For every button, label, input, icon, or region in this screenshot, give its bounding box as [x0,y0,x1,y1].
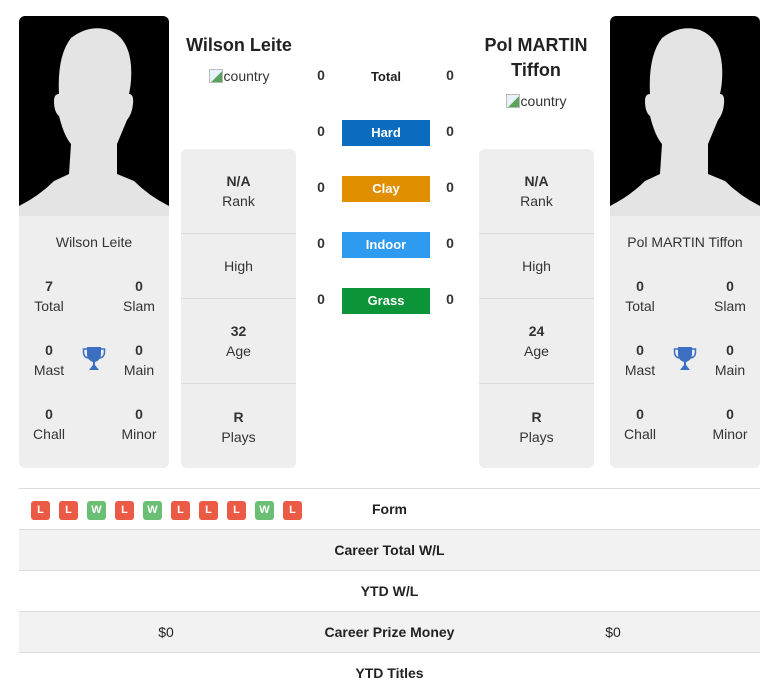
player1-photo [19,16,169,216]
player2-rank: N/A Rank [479,149,594,234]
player1-rank: N/A Rank [181,149,296,234]
surface-hard-p1: 0 [317,123,325,139]
player1-country-flag: country [169,68,309,84]
player1-stat-mast: 0 Mast [33,342,65,378]
player2-info: N/A Rank High 24 Age R Plays [479,149,594,468]
career-wl-label: Career Total W/L [334,542,445,558]
player2-stat-mast: 0 Mast [624,342,656,378]
player2-plays: R Plays [519,408,554,445]
prize-money-p2: $0 [605,624,621,640]
surface-total-p1: 0 [317,67,325,83]
surface-grass-p1: 0 [317,291,325,307]
surface-grass-badge: Grass [342,288,430,314]
player1-name[interactable]: Wilson Leite [169,33,309,58]
form-label: Form [372,501,407,517]
surface-total-p2: 0 [446,67,454,83]
player1-high: High [181,234,296,299]
player1-plays: R Plays [221,408,256,445]
ytd-titles-label: YTD Titles [355,665,424,681]
player1-card-name: Wilson Leite [55,234,133,250]
broken-image-icon [208,69,223,83]
career-wl-row: Career Total W/L [19,529,760,570]
surface-hard-badge: Hard [342,120,430,146]
surface-indoor-p1: 0 [317,235,325,251]
player2-card-name: Pol MARTIN Tiffon [627,234,743,250]
player1-stat-chall: 0 Chall [33,406,65,442]
trophy-icon [82,347,106,370]
ytd-wl-row: YTD W/L [19,570,760,611]
surface-clay-badge: Clay [342,176,430,202]
surface-hard-p2: 0 [446,123,454,139]
player2-photo [610,16,760,216]
silhouette-icon [19,28,169,216]
player2-stat-main: 0 Main [714,342,746,378]
player1-card: Wilson Leite 7 Total 0 Slam 0 Mast 0 Main 0C… [19,16,169,468]
player2-card: Pol MARTIN Tiffon 0 Total 0 Slam 0 Mast 0 Ma… [610,16,760,468]
surface-clay-p2: 0 [446,179,454,195]
player1-stat-main: 0 Main [123,342,155,378]
form-row: L L W L W L L L W L Form [19,488,760,529]
broken-image-icon [505,94,520,108]
player1-info: N/A Rank High 32 Age R Plays [181,149,296,468]
player1-age: 32 Age [181,299,296,384]
player2-stat-slam: 0 Slam [714,278,746,314]
surface-grass-p2: 0 [446,291,454,307]
surface-indoor-badge: Indoor [342,232,430,258]
player2-stat-chall: 0 Chall [624,406,656,442]
player1-stat-slam: 0 Slam [123,278,155,314]
player1-stat-minor: 0 Minor [121,406,157,442]
player2-stat-total: 0 Total [625,278,655,314]
player2-stat-minor: 0 Minor [712,406,748,442]
surface-indoor-p2: 0 [446,235,454,251]
surface-clay-p1: 0 [317,179,325,195]
silhouette-icon [610,28,760,216]
player1-stat-total: 7 Total [34,278,64,314]
trophy-icon [673,347,697,370]
surface-total-label: Total [370,69,402,84]
ytd-wl-label: YTD W/L [360,583,419,599]
player2-country-flag: country [466,93,606,109]
ytd-titles-row: YTD Titles [19,652,760,693]
player2-age: 24 Age [479,299,594,384]
prize-money-row: $0 Career Prize Money $0 [19,611,760,652]
player2-name[interactable]: Pol MARTIN Tiffon [466,33,606,83]
player2-high: High [479,234,594,299]
